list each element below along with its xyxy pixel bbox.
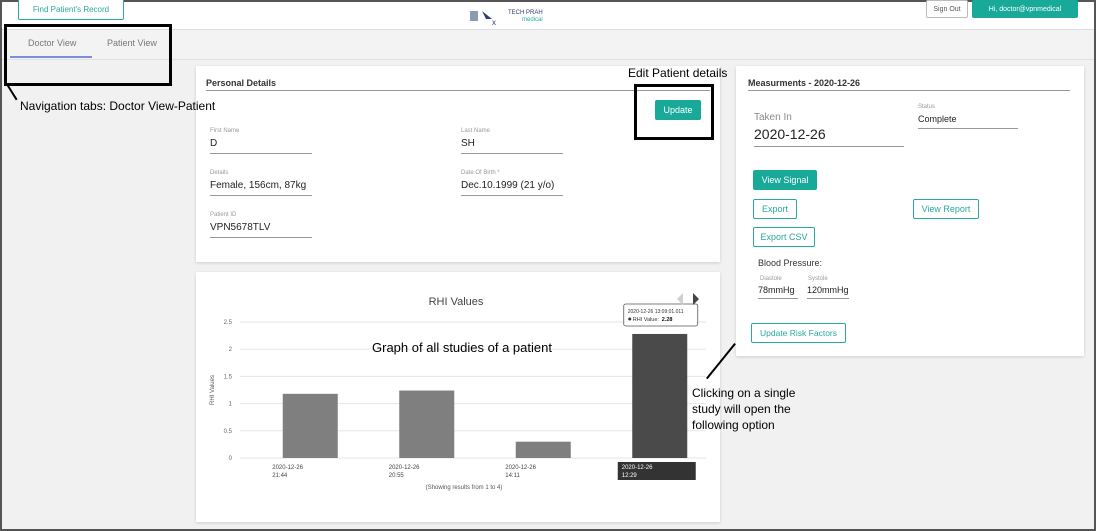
x-tick-label: 14:11 (505, 473, 520, 479)
patient-id-underline (210, 237, 312, 238)
chart-prev-icon[interactable] (677, 293, 683, 305)
tooltip-title: 2020-12-26 13:09:01.011 (628, 309, 684, 315)
first-name-label: First Name (210, 128, 240, 134)
dob-value[interactable]: Dec.10.1999 (21 y/o) (461, 180, 554, 191)
tooltip-value: 2.28 (662, 317, 673, 323)
graph-annotation: Graph of all studies of a patient (372, 340, 552, 355)
dob-label: Date Of Birth * (461, 170, 500, 176)
x-tick-label: 20:55 (389, 473, 405, 479)
y-tick-label: 2 (229, 347, 233, 353)
blood-pressure-label: Blood Pressure: (758, 258, 823, 268)
first-name-underline (210, 153, 312, 154)
taken-in-underline (754, 146, 904, 147)
systole-label: Systole (808, 276, 828, 282)
nav-tabs-highlight (4, 24, 172, 86)
details-label: Details (210, 170, 229, 176)
x-tick-label: 2020-12-26 (505, 465, 536, 471)
y-tick-label: 1 (229, 402, 233, 408)
x-tick-label: 21:44 (272, 473, 288, 479)
export-button[interactable]: Export (753, 199, 797, 219)
nav-tabs-annotation: Navigation tabs: Doctor View-Patient (20, 99, 216, 113)
last-name-label: Last Name (461, 128, 491, 134)
click-study-annotation-line1: Clicking on a single (692, 386, 796, 400)
click-study-annotation-line3: following option (692, 418, 775, 432)
rhi-chart[interactable]: RHI Values RHI Values 0 0.5 1 1.5 2 2.5 2020-12-… (196, 272, 720, 522)
details-underline (210, 195, 312, 196)
user-menu-button[interactable]: Hi, doctor@vpnmedical (972, 0, 1078, 18)
find-patient-button[interactable]: Find Patient's Record (18, 0, 124, 20)
edit-patient-annotation: Edit Patient details (628, 66, 728, 80)
svg-text:x: x (492, 18, 496, 27)
status-value[interactable]: Complete (918, 114, 957, 124)
update-risk-factors-button[interactable]: Update Risk Factors (751, 323, 846, 343)
chart-footer: (Showing results from 1 to 4) (426, 485, 503, 491)
x-tick-label: 2020-12-26 (622, 465, 653, 471)
bar[interactable] (515, 441, 571, 458)
sign-out-button[interactable]: Sign Out (926, 0, 968, 18)
logo-text-top: TECH PRAH (508, 10, 543, 16)
x-tick-label: 2020-12-26 (389, 465, 420, 471)
view-signal-button[interactable]: View Signal (753, 170, 817, 190)
taken-in-label: Taken In (754, 112, 792, 123)
view-report-button[interactable]: View Report (913, 199, 979, 219)
rhi-chart-card: RHI Values RHI Values 0 0.5 1 1.5 2 2.5 2020-12-… (196, 272, 720, 522)
diastole-value[interactable]: 78mmHg (758, 285, 795, 295)
x-tick-label: 2020-12-26 (272, 465, 303, 471)
last-name-value[interactable]: SH (461, 138, 475, 149)
bar[interactable] (399, 390, 455, 458)
details-value[interactable]: Female, 156cm, 87kg (210, 180, 306, 191)
measurements-card: Measurments - 2020-12-26 Taken In 2020-1… (736, 66, 1084, 356)
systole-value[interactable]: 120mmHg (807, 285, 849, 295)
chart-next-icon[interactable] (693, 293, 699, 305)
x-tick-label: 12:29 (622, 473, 638, 479)
patient-id-value[interactable]: VPN5678TLV (210, 222, 270, 233)
logo-icon: x (470, 11, 496, 27)
patient-id-label: Patient ID (210, 212, 237, 218)
y-axis-label: RHI Values (210, 375, 216, 405)
dob-underline (461, 195, 563, 196)
tooltip-label: RHI Value: (633, 317, 660, 323)
export-csv-button[interactable]: Export CSV (753, 227, 815, 247)
diastole-underline (758, 298, 798, 299)
bar[interactable] (282, 393, 338, 458)
last-name-underline (461, 153, 563, 154)
logo-text-bottom: medical (522, 17, 543, 23)
y-tick-label: 1.5 (224, 374, 233, 380)
taken-in-value[interactable]: 2020-12-26 (754, 126, 826, 142)
update-button-highlight (634, 84, 714, 140)
y-tick-label: 0.5 (224, 429, 233, 435)
systole-underline (807, 298, 849, 299)
first-name-value[interactable]: D (210, 138, 217, 149)
chart-title: RHI Values (429, 296, 484, 308)
personal-details-title: Personal Details (206, 78, 277, 88)
card-divider (748, 90, 1070, 91)
diastole-label: Diastole (760, 276, 782, 282)
tooltip-marker (628, 317, 632, 321)
y-tick-label: 0 (229, 456, 233, 462)
measurements-title: Measurments - 2020-12-26 (748, 78, 861, 88)
status-label: Status (918, 104, 936, 110)
app-logo: x TECH PRAH medical (470, 7, 543, 27)
bar[interactable] (632, 333, 688, 458)
y-tick-label: 2.5 (224, 320, 233, 326)
status-underline (918, 128, 1018, 129)
click-study-annotation-line2: study will open the (692, 402, 791, 416)
